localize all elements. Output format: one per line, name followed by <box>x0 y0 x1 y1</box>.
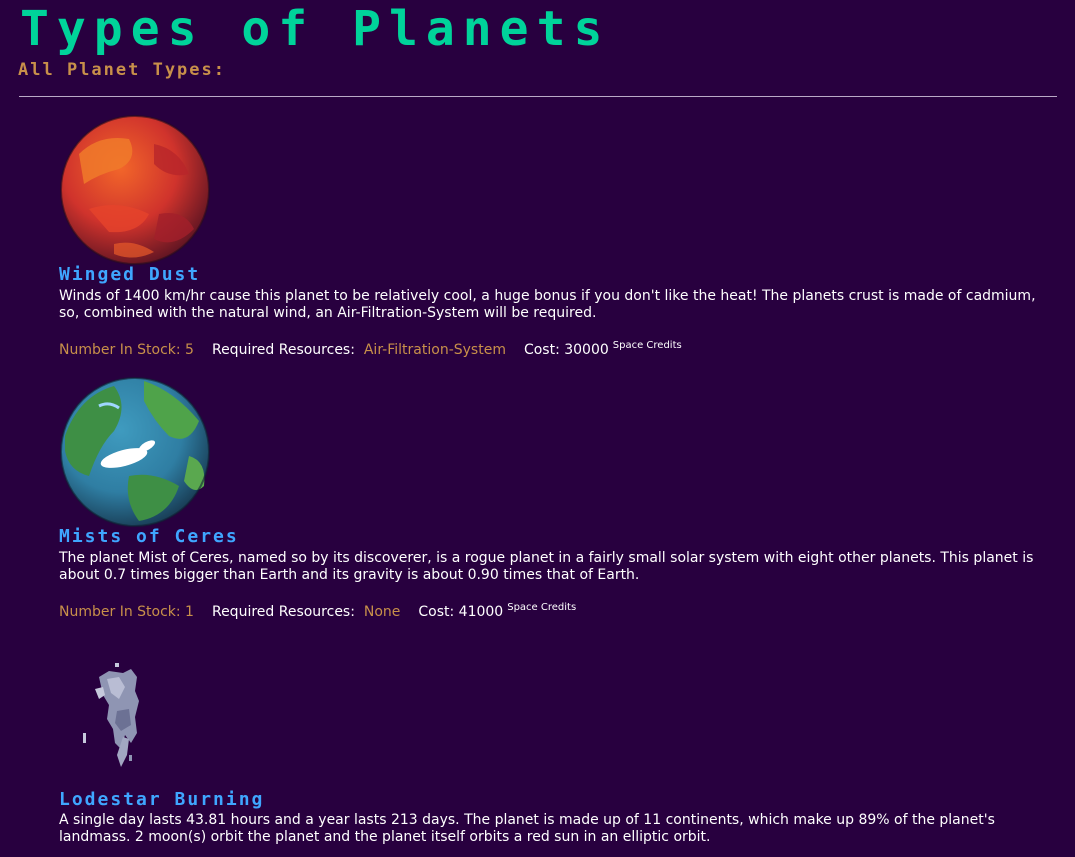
resources-value: Air-Filtration-System <box>363 342 506 358</box>
cost-unit: Space Credits <box>612 340 682 351</box>
planet-name[interactable]: Lodestar Burning <box>59 789 264 811</box>
page-subtitle: All Planet Types: <box>18 60 226 80</box>
stock-count: Number In Stock: 5 <box>59 342 194 358</box>
resources-label: Required Resources: <box>211 604 355 620</box>
planet-description: A single day lasts 43.81 hours and a yea… <box>59 812 995 845</box>
cost-unit: Space Credits <box>507 602 577 613</box>
shattered-planet-icon[interactable] <box>59 639 211 791</box>
earthlike-planet-icon[interactable] <box>59 376 211 528</box>
planet-description: Winds of 1400 km/hr cause this planet to… <box>59 288 1036 321</box>
planet-meta: Number In Stock: 1 Required Resources: No… <box>59 599 576 621</box>
page: Types of Planets All Planet Types: Winge… <box>0 0 1075 857</box>
stock-count: Number In Stock: 1 <box>59 604 194 620</box>
resources-value: None <box>363 604 401 620</box>
resources-label: Required Resources: <box>211 342 355 358</box>
planet-name[interactable]: Mists of Ceres <box>59 526 239 548</box>
cost-value: Cost: 30000 <box>523 342 609 358</box>
planet-name[interactable]: Winged Dust <box>59 264 200 286</box>
planet-meta: Number In Stock: 5 Required Resources: Ai… <box>59 337 682 359</box>
cost-value: Cost: 41000 <box>418 604 504 620</box>
red-planet-icon[interactable] <box>59 114 211 266</box>
page-title: Types of Planets <box>20 1 611 57</box>
planet-description: The planet Mist of Ceres, named so by it… <box>59 550 1034 583</box>
divider <box>19 96 1057 97</box>
